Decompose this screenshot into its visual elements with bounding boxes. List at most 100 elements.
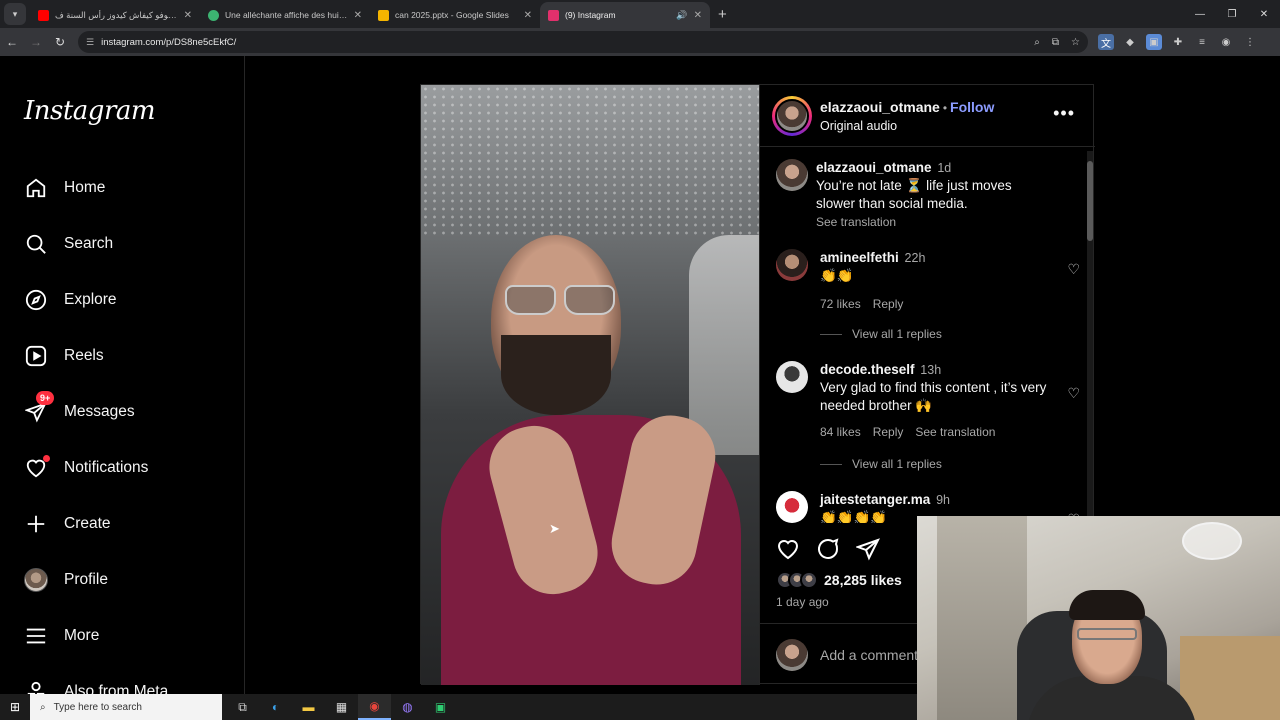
see-translation-link[interactable]: See translation	[816, 213, 1054, 231]
author-avatar-ring[interactable]	[772, 95, 812, 136]
nav-also-from-meta[interactable]: Also from Meta	[24, 676, 168, 694]
explore-icon	[24, 288, 48, 312]
follow-button[interactable]: Follow	[950, 99, 994, 115]
nav-notifications[interactable]: Notifications	[24, 452, 148, 484]
nav-label: Profile	[64, 571, 108, 588]
minimize-icon[interactable]: —	[1184, 0, 1216, 28]
reels-icon	[24, 344, 48, 368]
restore-icon[interactable]: ❐	[1216, 0, 1248, 28]
nav-create[interactable]: Create	[24, 508, 111, 540]
extension-icon[interactable]: ▣	[1146, 34, 1162, 50]
install-app-icon[interactable]: ⧉	[1052, 37, 1059, 48]
media-controls-icon[interactable]: ≡	[1194, 34, 1210, 50]
plus-icon	[24, 512, 48, 536]
window-controls: — ❐ ✕	[1184, 0, 1280, 28]
close-window-icon[interactable]: ✕	[1248, 0, 1280, 28]
nav-search[interactable]: Search	[24, 228, 113, 260]
taskbar-apps: ⧉ ◐ ▬ ▦ ◉ ◍ ▣	[226, 694, 457, 720]
close-tab-icon[interactable]: ✕	[694, 10, 702, 21]
store-icon[interactable]: ▦	[325, 694, 358, 720]
comment-username[interactable]: decode.theself	[820, 362, 915, 377]
close-tab-icon[interactable]: ✕	[524, 10, 532, 21]
comments-list[interactable]: elazzaoui_otmane 1d You’re not late ⏳ li…	[760, 147, 1096, 523]
likes-count[interactable]: 28,285 likes	[824, 572, 902, 588]
avatar	[776, 638, 808, 671]
webcam-detail	[1180, 636, 1280, 720]
view-replies-button[interactable]: View all 1 replies	[820, 457, 942, 471]
webcam-detail	[1077, 628, 1137, 640]
site-info-icon[interactable]: ☰	[86, 37, 94, 48]
avatar[interactable]	[776, 159, 808, 191]
comment-body: decode.theself 13h Very glad to find thi…	[820, 361, 1058, 441]
like-comment-icon[interactable]: ♡	[1067, 385, 1080, 402]
webcam-overlay	[917, 516, 1280, 720]
browser-tab[interactable]: can 2025.pptx - Google Slides ✕	[370, 2, 540, 28]
comment-body: amineelfethi 22h 👏👏 72 likes Reply	[820, 249, 1058, 313]
windows-start-icon[interactable]: ⊞	[0, 700, 30, 714]
reload-icon[interactable]: ↻	[48, 35, 72, 49]
comment-username[interactable]: amineelfethi	[820, 250, 899, 265]
nav-profile[interactable]: Profile	[24, 564, 108, 596]
file-explorer-icon[interactable]: ▬	[292, 694, 325, 720]
author-username[interactable]: elazzaoui_otmane	[820, 99, 940, 115]
browser-tab-active[interactable]: (9) Instagram 🔊 ✕	[540, 2, 710, 28]
nav-label: Notifications	[64, 459, 149, 476]
audio-label[interactable]: Original audio	[820, 119, 994, 133]
browser-tab[interactable]: شوفو كيفاش كيدوز رأس السنة ف... ✕	[30, 2, 200, 28]
comment-likes[interactable]: 84 likes	[820, 423, 861, 441]
scrollbar-thumb[interactable]	[1087, 161, 1093, 241]
like-icon[interactable]	[776, 537, 800, 567]
nav-home[interactable]: Home	[24, 172, 105, 204]
comment-username[interactable]: jaitestetanger.ma	[820, 492, 930, 507]
instagram-logo[interactable]: Instagram	[24, 96, 156, 126]
tab-search-button[interactable]: ▾	[4, 3, 26, 25]
translate-extension-icon[interactable]: 文	[1098, 34, 1114, 50]
profile-icon[interactable]: ◉	[1218, 34, 1234, 50]
share-icon[interactable]	[855, 537, 880, 567]
reply-button[interactable]: Reply	[873, 423, 904, 441]
like-comment-icon[interactable]: ♡	[1067, 261, 1080, 278]
avatar[interactable]	[776, 491, 808, 523]
comment-likes[interactable]: 72 likes	[820, 295, 861, 313]
nav-explore[interactable]: Explore	[24, 284, 117, 316]
nav-more[interactable]: More	[24, 620, 99, 652]
comment-icon[interactable]	[816, 537, 840, 567]
puzzle-icon[interactable]: ✚	[1170, 34, 1186, 50]
speaker-icon[interactable]: 🔊	[676, 10, 687, 21]
chrome-icon[interactable]: ◉	[358, 694, 391, 720]
avatar[interactable]	[776, 361, 808, 393]
edge-icon[interactable]: ◐	[259, 694, 292, 720]
comment-time: 9h	[936, 493, 950, 507]
kebab-menu-icon[interactable]: ⋮	[1242, 34, 1258, 50]
url-field[interactable]: ☰ instagram.com/p/DS8ne5cEkfC/ ⌕ ⧉ ☆	[78, 31, 1088, 53]
reply-button[interactable]: Reply	[873, 295, 904, 313]
task-view-icon[interactable]: ⧉	[226, 694, 259, 720]
forward-icon[interactable]: →	[24, 35, 48, 49]
likes-summary[interactable]: 28,285 likes	[776, 571, 902, 589]
new-tab-button[interactable]: +	[718, 6, 727, 23]
browser-tab[interactable]: Une alléchante affiche des huiti... ✕	[200, 2, 370, 28]
divider	[820, 333, 842, 335]
extension-icon[interactable]: ◆	[1122, 34, 1138, 50]
avatar[interactable]	[776, 249, 808, 281]
comment-time: 22h	[904, 251, 926, 265]
nav-reels[interactable]: Reels	[24, 340, 104, 372]
zoom-icon[interactable]: ⌕	[1034, 37, 1040, 48]
see-translation-link[interactable]: See translation	[915, 423, 995, 441]
app-icon[interactable]: ▣	[424, 694, 457, 720]
close-tab-icon[interactable]: ✕	[354, 10, 362, 21]
taskbar-search[interactable]: ⌕ Type here to search	[30, 694, 222, 720]
reel-video[interactable]: ➤	[421, 85, 759, 685]
more-options-icon[interactable]: •••	[1053, 103, 1075, 124]
app-icon[interactable]: ◍	[391, 694, 424, 720]
bookmark-star-icon[interactable]: ☆	[1071, 37, 1080, 48]
close-tab-icon[interactable]: ✕	[184, 10, 192, 21]
nav-messages[interactable]: 9+ Messages	[24, 391, 135, 428]
view-replies-button[interactable]: View all 1 replies	[820, 327, 942, 341]
post-header: elazzaoui_otmane • Follow Original audio •…	[760, 85, 1095, 147]
caption-username[interactable]: elazzaoui_otmane	[816, 160, 932, 175]
comments-scrollbar[interactable]	[1087, 151, 1093, 521]
back-icon[interactable]: ←	[0, 35, 24, 49]
comment-time: 13h	[920, 363, 942, 377]
add-comment-input[interactable]: Add a comment...	[820, 647, 930, 663]
